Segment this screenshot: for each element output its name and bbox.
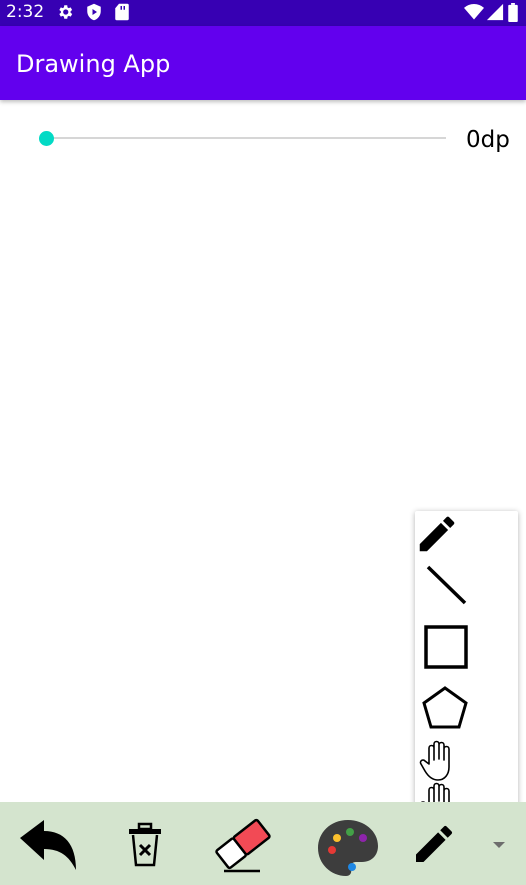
shape-menu — [415, 511, 518, 823]
hand-icon — [415, 740, 485, 782]
status-bar: 2:32 — [0, 0, 526, 26]
stroke-width-slider[interactable] — [34, 126, 446, 152]
undo-icon — [18, 818, 80, 874]
pencil-icon — [410, 820, 458, 868]
wifi-icon — [464, 3, 484, 26]
slider-thumb[interactable] — [39, 131, 54, 146]
menu-item-pencil[interactable] — [415, 511, 485, 565]
shape-tool-button[interactable] — [410, 820, 458, 868]
stroke-width-value: 0dp — [466, 127, 510, 153]
bottom-toolbar — [0, 802, 526, 885]
palette-icon — [316, 818, 380, 878]
rectangle-icon — [415, 624, 485, 674]
menu-item-line[interactable] — [415, 565, 485, 619]
pentagon-icon — [415, 684, 485, 734]
app-bar: Drawing App — [0, 26, 526, 100]
clear-button[interactable] — [126, 822, 164, 868]
pencil-icon — [415, 511, 485, 557]
status-time: 2:32 — [6, 2, 45, 22]
color-palette-button[interactable] — [316, 818, 380, 878]
sd-card-icon — [114, 3, 130, 26]
line-icon — [415, 565, 485, 619]
slider-track — [46, 137, 446, 139]
undo-button[interactable] — [18, 818, 80, 874]
battery-icon — [508, 3, 518, 27]
gear-icon — [56, 3, 74, 26]
menu-item-rectangle[interactable] — [415, 624, 485, 678]
menu-item-pentagon[interactable] — [415, 684, 485, 738]
trash-icon — [126, 822, 164, 868]
dropdown-arrow-icon — [490, 840, 508, 850]
app-title: Drawing App — [16, 50, 171, 78]
shield-icon — [85, 3, 103, 26]
eraser-icon — [212, 818, 274, 874]
shape-dropdown-button[interactable] — [490, 840, 508, 850]
eraser-button[interactable] — [212, 818, 274, 874]
signal-icon — [486, 3, 504, 26]
